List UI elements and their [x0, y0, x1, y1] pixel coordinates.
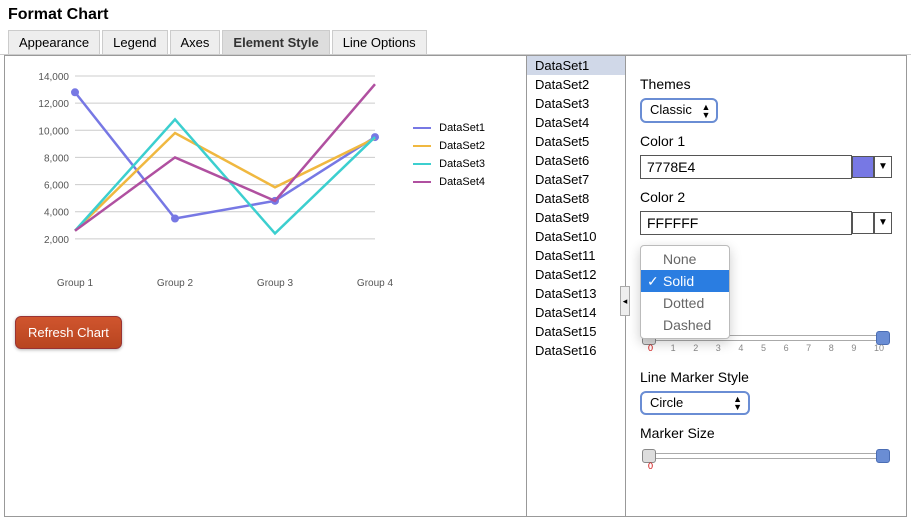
slider-tick: 7	[806, 343, 811, 353]
slider-tick: 8	[829, 343, 834, 353]
marker-size-slider[interactable]: 0	[640, 447, 892, 477]
svg-text:Group 4: Group 4	[357, 278, 394, 289]
line-style-option[interactable]: None	[641, 248, 729, 270]
svg-text:Group 3: Group 3	[257, 278, 294, 289]
panel-collapse-handle[interactable]: ◂	[620, 286, 630, 316]
tabs-bar: AppearanceLegendAxesElement StyleLine Op…	[0, 26, 911, 55]
slider-tick: 1	[671, 343, 676, 353]
tab-line-options[interactable]: Line Options	[332, 30, 427, 54]
dataset-item[interactable]: DataSet4	[527, 113, 625, 132]
tab-element-style[interactable]: Element Style	[222, 30, 329, 54]
dataset-item[interactable]: DataSet3	[527, 94, 625, 113]
color1-label: Color 1	[640, 133, 892, 149]
slider-tick: 3	[716, 343, 721, 353]
color1-dropdown-button[interactable]: ▼	[874, 156, 892, 178]
line-style-dropdown-open[interactable]: NoneSolidDottedDashed	[640, 245, 730, 339]
line-style-option[interactable]: Solid	[641, 270, 729, 292]
dataset-item[interactable]: DataSet5	[527, 132, 625, 151]
color1-input[interactable]	[640, 155, 852, 179]
line-style-option[interactable]: Dotted	[641, 292, 729, 314]
select-arrows-icon: ▲▼	[702, 103, 711, 119]
tab-axes[interactable]: Axes	[170, 30, 221, 54]
slider-tick: 2	[693, 343, 698, 353]
slider-ticks: 0 1 2 3 4 5 6 7 8 9 10	[648, 343, 884, 353]
slider-tick: 9	[851, 343, 856, 353]
slider-tick: 10	[874, 343, 884, 353]
slider-tick: 6	[784, 343, 789, 353]
dataset-item[interactable]: DataSet10	[527, 227, 625, 246]
dataset-item[interactable]: DataSet14	[527, 303, 625, 322]
chart-legend: DataSet1 DataSet2 DataSet3 DataSet4	[413, 116, 485, 194]
color2-label: Color 2	[640, 189, 892, 205]
svg-text:Group 1: Group 1	[57, 278, 94, 289]
properties-panel: ◂ Themes Classic ▲▼ Color 1 ▼ Color 2 ▼ …	[626, 56, 906, 516]
slider-tick: 4	[738, 343, 743, 353]
marker-size-label: Marker Size	[640, 425, 892, 441]
svg-text:14,000: 14,000	[38, 72, 69, 83]
tab-legend[interactable]: Legend	[102, 30, 167, 54]
marker-style-select[interactable]: Circle ▲▼	[640, 391, 750, 415]
dataset-item[interactable]: DataSet16	[527, 341, 625, 360]
dataset-item[interactable]: DataSet11	[527, 246, 625, 265]
line-style-option[interactable]: Dashed	[641, 314, 729, 336]
themes-label: Themes	[640, 76, 892, 92]
dataset-list[interactable]: DataSet1DataSet2DataSet3DataSet4DataSet5…	[527, 56, 625, 360]
color2-input[interactable]	[640, 211, 852, 235]
slider-ticks: 0	[648, 461, 884, 471]
dataset-list-panel: DataSet1DataSet2DataSet3DataSet4DataSet5…	[526, 56, 626, 516]
dataset-item[interactable]: DataSet15	[527, 322, 625, 341]
select-arrows-icon: ▲▼	[733, 395, 742, 411]
slider-tick: 5	[761, 343, 766, 353]
color2-dropdown-button[interactable]: ▼	[874, 212, 892, 234]
svg-text:10,000: 10,000	[38, 126, 69, 137]
legend-item: DataSet3	[413, 158, 485, 170]
chart-panel: 2,000 4,000 6,000 8,000 10,000 12,000 14,000 Gr…	[5, 56, 526, 516]
legend-item: DataSet1	[413, 122, 485, 134]
dataset-item[interactable]: DataSet2	[527, 75, 625, 94]
slider-tick-zero: 0	[648, 461, 653, 471]
color2-swatch[interactable]	[852, 212, 874, 234]
legend-item: DataSet2	[413, 140, 485, 152]
dataset-item[interactable]: DataSet1	[527, 56, 625, 75]
svg-text:4,000: 4,000	[44, 208, 69, 219]
svg-text:12,000: 12,000	[38, 99, 69, 110]
svg-text:2,000: 2,000	[44, 235, 69, 246]
svg-text:Group 2: Group 2	[157, 278, 194, 289]
themes-value: Classic	[650, 102, 692, 117]
slider-track	[648, 453, 884, 459]
dataset-item[interactable]: DataSet8	[527, 189, 625, 208]
dataset-item[interactable]: DataSet13	[527, 284, 625, 303]
marker-style-value: Circle	[650, 395, 683, 410]
svg-text:8,000: 8,000	[44, 153, 69, 164]
dataset-item[interactable]: DataSet7	[527, 170, 625, 189]
slider-tick: 0	[648, 343, 653, 353]
dataset-item[interactable]: DataSet6	[527, 151, 625, 170]
page-title: Format Chart	[8, 6, 903, 24]
marker-style-label: Line Marker Style	[640, 369, 892, 385]
refresh-chart-button[interactable]: Refresh Chart	[15, 316, 122, 349]
legend-item: DataSet4	[413, 176, 485, 188]
themes-select[interactable]: Classic ▲▼	[640, 98, 718, 123]
dataset-item[interactable]: DataSet9	[527, 208, 625, 227]
color1-swatch[interactable]	[852, 156, 874, 178]
svg-text:6,000: 6,000	[44, 181, 69, 192]
tab-appearance[interactable]: Appearance	[8, 30, 100, 54]
dataset-item[interactable]: DataSet12	[527, 265, 625, 284]
